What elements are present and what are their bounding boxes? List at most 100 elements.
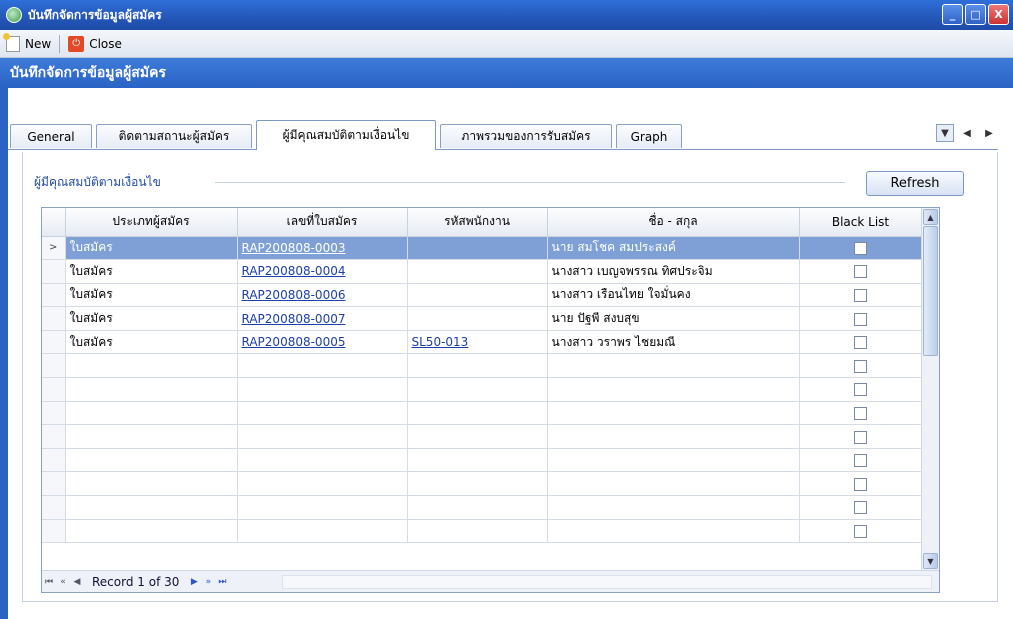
row-indicator-header <box>42 208 66 237</box>
title-bar[interactable]: บันทึกจัดการข้อมูลผู้สมัคร _ □ X <box>0 0 1013 30</box>
row-indicator <box>42 283 66 308</box>
window-controls: _ □ X <box>942 4 1009 25</box>
cell-blacklist <box>799 330 923 355</box>
grid-header-row: ประเภทผู้สมัคร เลขที่ใบสมัคร รหัสพนักงาน… <box>42 208 923 237</box>
cell-app-no[interactable]: RAP200808-0003 <box>237 236 408 261</box>
close-button[interactable]: ⏻ Close <box>62 33 128 55</box>
column-header-type[interactable]: ประเภทผู้สมัคร <box>65 208 238 237</box>
tab-prev-icon[interactable]: ◀ <box>958 124 976 142</box>
blacklist-checkbox[interactable] <box>854 383 867 397</box>
cell-emp-id[interactable] <box>407 259 548 284</box>
blacklist-checkbox[interactable] <box>854 406 867 420</box>
row-indicator-icon: > <box>42 236 66 261</box>
tab-navigation: ▼ ◀ ▶ <box>936 124 998 142</box>
record-counter: Record 1 of 30 <box>92 574 180 589</box>
prev-record-icon[interactable]: ◀ <box>70 575 84 589</box>
cell-type[interactable]: ใบสมัคร <box>65 259 238 284</box>
tab-general[interactable]: General <box>10 124 92 148</box>
page-title: บันทึกจัดการข้อมูลผู้สมัคร <box>0 58 1013 88</box>
cell-app-no[interactable]: RAP200808-0006 <box>237 283 408 308</box>
table-row[interactable]: ใบสมัคร RAP200808-0004 นางสาว เบญจพรรณ ท… <box>42 259 923 284</box>
tab-qualified-applicants[interactable]: ผู้มีคุณสมบัติตามเงื่อนไข <box>256 120 436 150</box>
cell-emp-id[interactable]: SL50-013 <box>407 330 548 355</box>
cell-blacklist <box>799 306 923 331</box>
blacklist-checkbox[interactable] <box>854 430 867 444</box>
new-button[interactable]: New <box>0 32 57 55</box>
next-page-icon[interactable]: » <box>201 575 215 589</box>
left-border <box>0 88 8 619</box>
cell-emp-id[interactable] <box>407 306 548 331</box>
last-record-icon[interactable]: ⏭ <box>215 575 229 589</box>
blacklist-checkbox[interactable] <box>854 312 867 326</box>
tab-next-icon[interactable]: ▶ <box>980 124 998 142</box>
cell-app-no[interactable]: RAP200808-0004 <box>237 259 408 284</box>
blacklist-checkbox[interactable] <box>854 288 867 302</box>
cell-app-no[interactable]: RAP200808-0007 <box>237 306 408 331</box>
tab-divider <box>8 149 998 150</box>
first-record-icon[interactable]: ⏮ <box>42 575 56 589</box>
column-header-emp-id[interactable]: รหัสพนักงาน <box>407 208 548 237</box>
row-indicator <box>42 330 66 355</box>
column-header-app-no[interactable]: เลขที่ใบสมัคร <box>237 208 408 237</box>
table-row[interactable]: ใบสมัคร RAP200808-0007 นาย ปัฐพี สงบสุข <box>42 306 923 331</box>
scroll-up-icon[interactable]: ▲ <box>923 209 938 225</box>
cell-name[interactable]: นาย ปัฐพี สงบสุข <box>547 306 800 331</box>
cell-app-no[interactable]: RAP200808-0005 <box>237 330 408 355</box>
cell-name[interactable]: นาย สมโชค สมประสงค์ <box>547 236 800 261</box>
close-window-button[interactable]: X <box>988 4 1009 25</box>
cell-name[interactable]: นางสาว เบญจพรรณ ทิศประจิม <box>547 259 800 284</box>
blacklist-checkbox[interactable] <box>854 454 867 468</box>
prev-page-icon[interactable]: « <box>56 575 70 589</box>
tab-overview[interactable]: ภาพรวมของการรับสมัคร <box>440 124 612 148</box>
cell-blacklist <box>799 259 923 284</box>
table-row[interactable]: > ใบสมัคร RAP200808-0003 นาย สมโชค สมประ… <box>42 236 923 261</box>
empty-row <box>42 471 923 497</box>
cell-type[interactable]: ใบสมัคร <box>65 283 238 308</box>
cell-blacklist <box>799 283 923 308</box>
cell-type[interactable]: ใบสมัคร <box>65 330 238 355</box>
new-document-icon <box>3 32 20 52</box>
scrollbar-thumb[interactable] <box>923 226 938 356</box>
record-navigator: ⏮ « ◀ Record 1 of 30 ▶ » ⏭ <box>42 570 939 592</box>
app-no-link[interactable]: RAP200808-0004 <box>242 264 346 278</box>
blacklist-checkbox[interactable] <box>854 265 867 279</box>
emp-id-link[interactable]: SL50-013 <box>412 335 469 349</box>
empty-row <box>42 377 923 402</box>
tab-status-tracking[interactable]: ติดตามสถานะผู้สมัคร <box>96 124 252 148</box>
toolbar-separator <box>59 34 61 53</box>
refresh-button[interactable]: Refresh <box>866 171 964 196</box>
minimize-button[interactable]: _ <box>942 4 963 25</box>
column-header-name[interactable]: ชื่อ - สกุล <box>547 208 800 237</box>
table-row[interactable]: ใบสมัคร RAP200808-0006 นางสาว เรือนไทย ใ… <box>42 283 923 308</box>
blacklist-checkbox[interactable] <box>854 359 867 373</box>
blacklist-checkbox[interactable] <box>854 524 867 538</box>
cell-blacklist <box>799 236 923 261</box>
tab-graph[interactable]: Graph <box>616 124 682 148</box>
maximize-button[interactable]: □ <box>965 4 986 25</box>
scroll-down-icon[interactable]: ▼ <box>923 553 938 569</box>
app-no-link[interactable]: RAP200808-0005 <box>242 335 346 349</box>
blacklist-checkbox[interactable] <box>854 241 867 255</box>
cell-emp-id[interactable] <box>407 236 548 261</box>
vertical-scrollbar[interactable]: ▲ ▼ <box>921 208 939 570</box>
cell-name[interactable]: นางสาว วราพร ไชยมณี <box>547 330 800 355</box>
app-no-link[interactable]: RAP200808-0003 <box>242 241 346 255</box>
app-no-link[interactable]: RAP200808-0007 <box>242 312 346 326</box>
cell-type[interactable]: ใบสมัคร <box>65 236 238 261</box>
application-window: บันทึกจัดการข้อมูลผู้สมัคร _ □ X New ⏻ C… <box>0 0 1013 619</box>
blacklist-checkbox[interactable] <box>854 501 867 515</box>
cell-emp-id[interactable] <box>407 283 548 308</box>
horizontal-scrollbar[interactable] <box>282 575 932 589</box>
tab-list-dropdown-icon[interactable]: ▼ <box>936 124 954 142</box>
cell-type[interactable]: ใบสมัคร <box>65 306 238 331</box>
blacklist-checkbox[interactable] <box>854 336 867 350</box>
app-no-link[interactable]: RAP200808-0006 <box>242 288 346 302</box>
next-record-icon[interactable]: ▶ <box>187 575 201 589</box>
cell-name[interactable]: นางสาว เรือนไทย ใจมั่นคง <box>547 283 800 308</box>
blacklist-checkbox[interactable] <box>854 477 867 491</box>
column-header-blacklist[interactable]: Black List <box>799 208 923 237</box>
empty-row <box>42 353 923 379</box>
table-row[interactable]: ใบสมัคร RAP200808-0005 SL50-013 นางสาว ว… <box>42 330 923 355</box>
toolbar: New ⏻ Close <box>0 30 1013 58</box>
empty-row <box>42 519 923 544</box>
